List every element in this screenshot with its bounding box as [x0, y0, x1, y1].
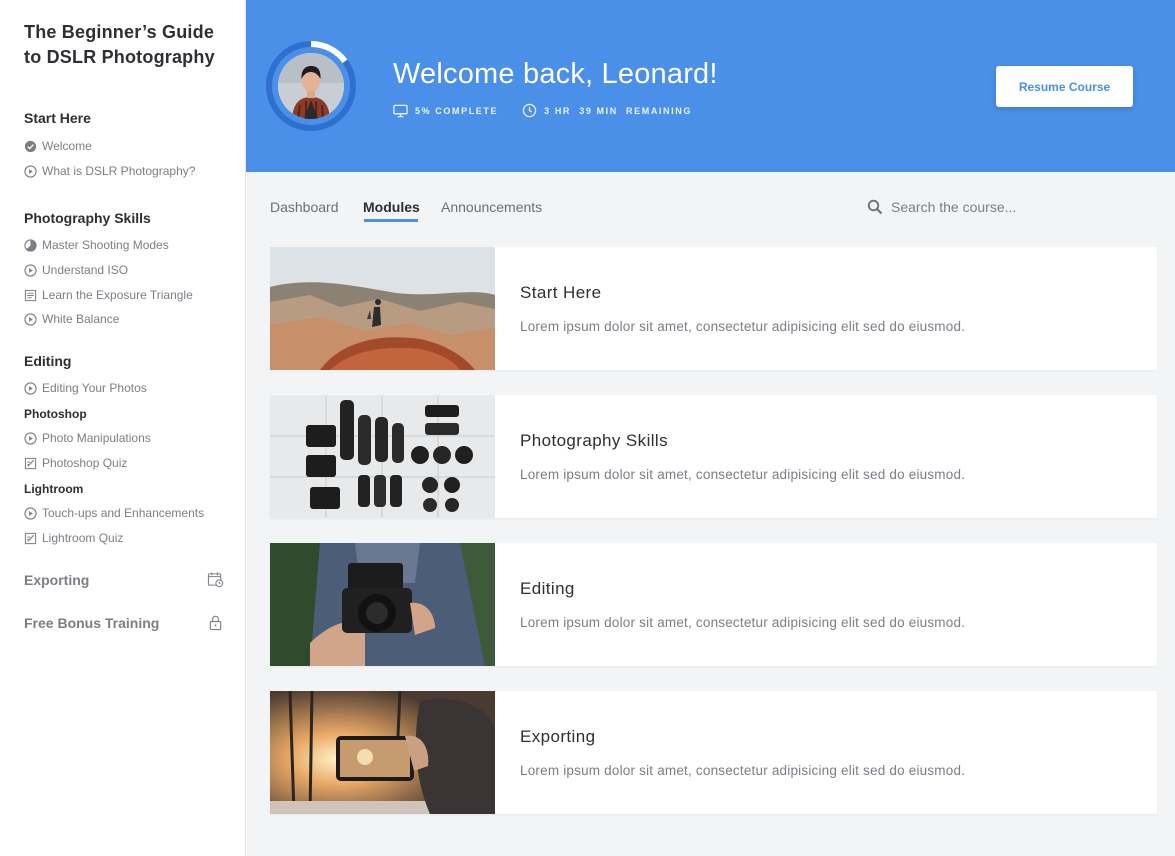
sidebar: The Beginner’s Guide to DSLR Photography…: [0, 0, 246, 856]
module-thumbnail: [270, 247, 495, 370]
time-stat: 3 HR 39 MIN REMAINING: [522, 103, 692, 118]
module-thumbnail: [270, 543, 495, 666]
lesson-photoshop-quiz[interactable]: Photoshop Quiz: [24, 455, 127, 471]
section-photography-skills[interactable]: Photography Skills: [24, 210, 151, 226]
course-stats: 5% COMPLETE 3 HR 39 MIN REMAINING: [393, 103, 716, 118]
module-title: Exporting: [520, 727, 596, 746]
subsection-lightroom: Lightroom: [24, 482, 84, 496]
subsection-photoshop: Photoshop: [24, 407, 87, 421]
resume-course-button[interactable]: Resume Course: [996, 66, 1133, 107]
section-free-bonus-training[interactable]: Free Bonus Training: [24, 614, 224, 631]
section-start-here[interactable]: Start Here: [24, 110, 91, 126]
play-circle-icon: [24, 431, 37, 445]
module-description: Lorem ipsum dolor sit amet, consectetur …: [520, 615, 966, 630]
lesson-exposure-triangle[interactable]: Learn the Exposure Triangle: [24, 287, 193, 303]
lock-icon: [209, 615, 222, 631]
module-description: Lorem ipsum dolor sit amet, consectetur …: [520, 763, 966, 778]
module-card-photography-skills[interactable]: Photography Skills Lorem ipsum dolor sit…: [270, 395, 1157, 518]
tab-announcements[interactable]: Announcements: [441, 199, 542, 215]
course-title: The Beginner’s Guide to DSLR Photography: [24, 22, 215, 67]
play-circle-icon: [24, 506, 37, 520]
section-exporting[interactable]: Exporting: [24, 571, 224, 588]
module-description: Lorem ipsum dolor sit amet, consectetur …: [520, 467, 966, 482]
tab-modules[interactable]: Modules: [363, 199, 420, 215]
lesson-label: What is DSLR Photography?: [42, 164, 196, 178]
module-title: Editing: [520, 579, 575, 598]
module-card-editing[interactable]: Editing Lorem ipsum dolor sit amet, cons…: [270, 543, 1157, 666]
course-search[interactable]: [867, 197, 1067, 217]
lesson-label: Learn the Exposure Triangle: [42, 288, 193, 302]
lesson-lightroom-quiz[interactable]: Lightroom Quiz: [24, 530, 123, 546]
lesson-label: Welcome: [42, 139, 92, 153]
quiz-edit-icon: [24, 457, 37, 469]
search-input[interactable]: [891, 199, 1061, 215]
person-holding-camera-image: [270, 543, 495, 666]
welcome-header: Welcome back, Leonard! 5% COMPLETE 3 HR …: [246, 0, 1175, 172]
lesson-label: White Balance: [42, 312, 120, 326]
welcome-heading: Welcome back, Leonard!: [393, 58, 718, 90]
progress-stat: 5% COMPLETE: [393, 103, 498, 118]
document-icon: [24, 289, 37, 301]
lesson-label: Editing Your Photos: [42, 381, 147, 395]
progress-ring: [266, 41, 356, 131]
module-thumbnail: [270, 395, 495, 518]
lesson-what-is-dslr[interactable]: What is DSLR Photography?: [24, 163, 195, 179]
avatar[interactable]: [278, 53, 344, 119]
section-editing[interactable]: Editing: [24, 353, 71, 369]
search-icon: [867, 199, 883, 215]
lesson-label: Touch-ups and Enhancements: [42, 506, 205, 520]
module-card-start-here[interactable]: Start Here Lorem ipsum dolor sit amet, c…: [270, 247, 1157, 370]
clock-icon: [522, 103, 537, 118]
phone-photo-sunset-image: [270, 691, 495, 814]
quiz-edit-icon: [24, 532, 37, 544]
lesson-editing-your-photos[interactable]: Editing Your Photos: [24, 380, 147, 396]
play-circle-icon: [24, 164, 37, 178]
lesson-touch-ups[interactable]: Touch-ups and Enhancements: [24, 505, 204, 521]
lesson-label: Understand ISO: [42, 263, 129, 277]
hiker-canyon-image: [270, 247, 495, 370]
lesson-photo-manipulations[interactable]: Photo Manipulations: [24, 430, 151, 446]
module-card-exporting[interactable]: Exporting Lorem ipsum dolor sit amet, co…: [270, 691, 1157, 814]
active-tab-indicator: [364, 219, 418, 222]
section-label: Exporting: [24, 571, 90, 588]
section-label: Free Bonus Training: [24, 614, 160, 631]
camera-gear-flatlay-image: [270, 395, 495, 518]
lesson-understand-iso[interactable]: Understand ISO: [24, 262, 128, 278]
module-title: Start Here: [520, 283, 602, 302]
user-avatar-image: [278, 53, 344, 119]
lesson-master-shooting-modes[interactable]: Master Shooting Modes: [24, 237, 169, 253]
lesson-white-balance[interactable]: White Balance: [24, 311, 119, 327]
lesson-label: Photoshop Quiz: [42, 456, 128, 470]
module-thumbnail: [270, 691, 495, 814]
monitor-icon: [393, 104, 408, 118]
tab-dashboard[interactable]: Dashboard: [270, 199, 339, 215]
in-progress-circle-icon: [24, 238, 37, 252]
lesson-label: Photo Manipulations: [42, 431, 151, 445]
play-circle-icon: [24, 263, 37, 277]
play-circle-icon: [24, 312, 37, 326]
progress-text: 5% COMPLETE: [415, 105, 499, 116]
calendar-clock-icon: [207, 572, 224, 588]
time-remaining-text: 3 HR 39 MIN REMAINING: [544, 105, 692, 116]
lesson-label: Master Shooting Modes: [42, 238, 169, 252]
module-title: Photography Skills: [520, 431, 668, 450]
play-circle-icon: [24, 381, 37, 395]
completed-check-icon: [24, 140, 37, 152]
module-description: Lorem ipsum dolor sit amet, consectetur …: [520, 319, 966, 334]
lesson-welcome[interactable]: Welcome: [24, 138, 92, 154]
lesson-label: Lightroom Quiz: [42, 531, 124, 545]
